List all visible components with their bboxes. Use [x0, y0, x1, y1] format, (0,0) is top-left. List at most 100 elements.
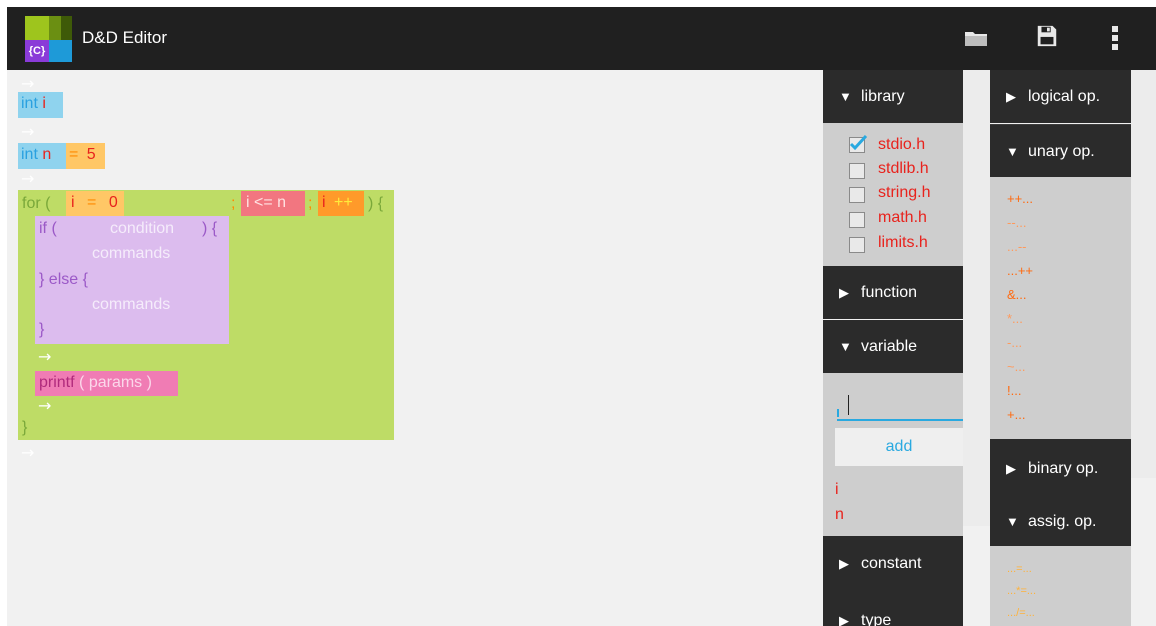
- for-close: ) {: [368, 195, 384, 212]
- library-list: stdio.h stdlib.h string.h math.h limits.…: [823, 123, 963, 266]
- app-logo: {C}: [25, 16, 72, 62]
- input-corner: [837, 409, 839, 417]
- section-label: function: [861, 284, 918, 301]
- for-end: }: [22, 419, 28, 436]
- drop-arrow-icon[interactable]: →: [21, 442, 34, 464]
- drop-arrow-icon[interactable]: →: [21, 121, 34, 143]
- for-increment-block[interactable]: i ++: [318, 191, 364, 216]
- assig-op-header[interactable]: ▼ assig. op.: [990, 494, 1131, 546]
- unary-op-item[interactable]: ...++: [1007, 259, 1033, 283]
- for-loop-block[interactable]: for ( i = 0 ; i <= n ; i ++ ) { if ( con…: [18, 190, 394, 440]
- section-label: constant: [861, 555, 922, 572]
- library-item-label: stdio.h: [878, 136, 926, 153]
- binary-op-header[interactable]: ▶ binary op.: [990, 439, 1131, 494]
- unary-op-item[interactable]: !...: [1007, 379, 1021, 403]
- library-item-label: math.h: [878, 209, 927, 226]
- variable-name-input[interactable]: [837, 387, 963, 421]
- checkmark-icon: [849, 135, 867, 151]
- expanded-triangle-icon: ▼: [839, 89, 852, 104]
- assign-op: =: [69, 146, 79, 163]
- variable-item[interactable]: i: [835, 478, 839, 502]
- function-header[interactable]: ▶ function: [823, 266, 963, 319]
- var-name: i: [322, 194, 326, 211]
- var-name: i: [42, 95, 46, 112]
- folder-icon[interactable]: [964, 27, 988, 51]
- const-value: 5: [86, 146, 96, 163]
- checkbox-string[interactable]: [849, 187, 865, 203]
- semicolon: ;: [231, 195, 236, 212]
- collapsed-triangle-icon: ▶: [1006, 89, 1016, 104]
- library-item-label: limits.h: [878, 234, 928, 251]
- checkbox-limits[interactable]: [849, 237, 865, 253]
- library-item-label: stdlib.h: [878, 160, 929, 177]
- variable-item[interactable]: n: [835, 503, 844, 527]
- assig-op-list: ...=... ...*=... .../=...: [990, 546, 1131, 626]
- assig-op-item[interactable]: ...=...: [1007, 557, 1032, 581]
- params-slot[interactable]: params: [89, 374, 142, 391]
- commands-slot[interactable]: commands: [92, 242, 170, 266]
- checkbox-stdlib[interactable]: [849, 163, 865, 179]
- assig-op-item[interactable]: ...*=...: [1007, 579, 1036, 603]
- drop-arrow-icon[interactable]: →: [21, 168, 34, 190]
- unary-op-item[interactable]: ~...: [1007, 355, 1025, 379]
- screen: {C} D&D Editor → int i → int n = 5 → for…: [7, 7, 1156, 626]
- if-keyword: if (: [39, 220, 57, 237]
- const-value: 0: [108, 194, 118, 211]
- unary-op-item[interactable]: +...: [1007, 403, 1025, 427]
- checkbox-stdio[interactable]: [849, 135, 867, 153]
- commands-slot[interactable]: commands: [92, 293, 170, 317]
- if-else-block[interactable]: if ( condition ) { commands } else { com…: [35, 216, 229, 344]
- unary-op-item[interactable]: -...: [1007, 331, 1022, 355]
- section-label: logical op.: [1028, 88, 1101, 105]
- checkbox-math[interactable]: [849, 212, 865, 228]
- panel-scroll-gutter: [963, 70, 990, 526]
- unary-op-header[interactable]: ▼ unary op.: [990, 124, 1131, 177]
- variable-body: add i n: [823, 373, 963, 536]
- unary-op-item[interactable]: *...: [1007, 307, 1023, 331]
- paren: ): [146, 374, 152, 391]
- section-label: unary op.: [1028, 143, 1095, 160]
- variable-header[interactable]: ▼ variable: [823, 320, 963, 373]
- unary-op-item[interactable]: ...--: [1007, 235, 1027, 259]
- assig-op-item[interactable]: .../=...: [1007, 601, 1035, 625]
- type-keyword: int: [21, 146, 38, 163]
- unary-op-item[interactable]: &...: [1007, 283, 1027, 307]
- library-header[interactable]: ▼ library: [823, 70, 963, 123]
- collapsed-triangle-icon: ▶: [839, 285, 849, 300]
- drop-arrow-icon[interactable]: →: [38, 346, 51, 368]
- save-icon[interactable]: [1035, 24, 1059, 48]
- logo-text: {C}: [25, 40, 49, 62]
- assign-op: =: [87, 194, 97, 211]
- unary-op-item[interactable]: --...: [1007, 211, 1027, 235]
- unary-op-item[interactable]: ++...: [1007, 187, 1033, 211]
- increment-op: ++: [334, 194, 353, 211]
- assign-block[interactable]: = 5: [66, 143, 105, 169]
- printf-block[interactable]: printf ( params ): [35, 371, 178, 396]
- if-end: }: [39, 321, 45, 338]
- constant-header[interactable]: ▶ constant: [823, 536, 963, 591]
- else-keyword: } else {: [39, 271, 88, 288]
- if-close: ) {: [202, 220, 218, 237]
- expanded-triangle-icon: ▼: [1006, 514, 1019, 529]
- expanded-triangle-icon: ▼: [839, 339, 852, 354]
- section-label: type: [861, 612, 892, 626]
- action-bar: {C} D&D Editor: [7, 7, 1156, 70]
- if-condition-slot[interactable]: condition: [110, 217, 174, 241]
- overflow-menu-icon[interactable]: [1107, 24, 1123, 52]
- section-label: binary op.: [1028, 460, 1099, 477]
- int-declaration-block[interactable]: int i: [18, 92, 63, 118]
- type-header[interactable]: ▶ type: [823, 591, 963, 626]
- drop-arrow-icon[interactable]: →: [38, 395, 51, 417]
- logical-op-header[interactable]: ▶ logical op.: [990, 70, 1131, 123]
- var-name: n: [42, 146, 52, 163]
- collapsed-triangle-icon: ▶: [839, 613, 849, 626]
- var-name: i: [71, 194, 75, 211]
- section-label: variable: [861, 338, 918, 355]
- app-title: D&D Editor: [82, 28, 168, 47]
- semicolon: ;: [308, 195, 313, 212]
- int-assign-block[interactable]: int n = 5: [18, 143, 105, 169]
- unary-op-list: ++... --... ...-- ...++ &... *... -... ~…: [990, 177, 1131, 439]
- for-condition-block[interactable]: i <= n: [241, 191, 305, 216]
- add-variable-button[interactable]: add: [835, 428, 963, 466]
- for-init-block[interactable]: i = 0: [66, 191, 124, 216]
